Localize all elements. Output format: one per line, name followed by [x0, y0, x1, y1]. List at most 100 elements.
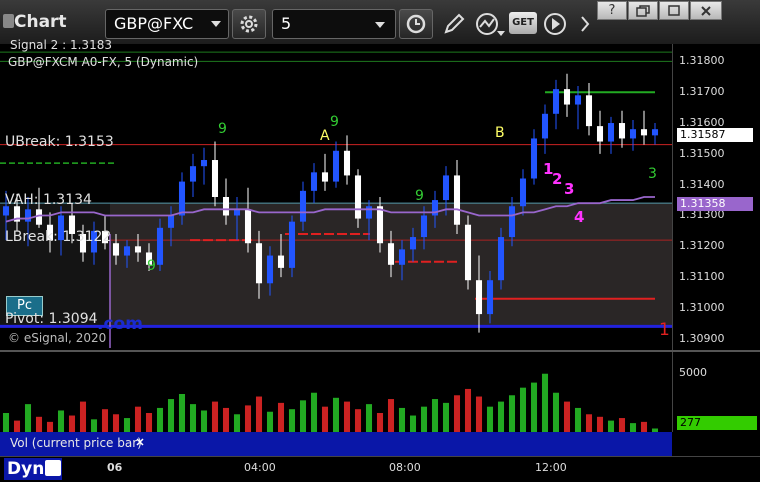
help-button[interactable]: ? [597, 1, 627, 20]
volume-bar [321, 406, 329, 432]
volume-bar [585, 414, 593, 432]
signal-header: Signal 2 : 1.3183 [10, 38, 112, 52]
draw-pencil-button[interactable] [439, 9, 469, 39]
price-tick-label: 1.31500 [679, 146, 725, 160]
volume-bar [354, 409, 362, 432]
get-button[interactable]: GET [509, 12, 537, 34]
price-tick-label: 1.31800 [679, 54, 725, 68]
symbol-settings-button[interactable] [232, 9, 266, 39]
close-icon [701, 5, 711, 16]
volume-axis[interactable]: 5000 277 [672, 352, 760, 432]
volume-bar [398, 407, 406, 432]
close-button[interactable] [690, 1, 722, 20]
candle-body [354, 175, 362, 219]
toolbar-more-icon[interactable] [578, 14, 592, 34]
restore-button[interactable] [628, 1, 658, 20]
pivot-number-3: 3 [564, 180, 575, 198]
volume-bar [563, 401, 571, 432]
last-price-tag: 1.31587 [677, 128, 753, 142]
volume-bar [376, 413, 384, 432]
volume-bar [101, 409, 109, 432]
volume-bar [46, 421, 54, 432]
time-label: 08:00 [389, 461, 421, 474]
volume-bar [365, 404, 373, 432]
volume-bar [90, 419, 98, 432]
candle-body [167, 215, 175, 228]
vah-label: VAH: 1.3134 [5, 192, 92, 208]
maximize-button[interactable] [659, 1, 689, 20]
title-bar: Chart GBP@FXC 5 GET ? [0, 0, 760, 45]
candle-body [618, 123, 626, 139]
studies-button[interactable] [473, 9, 507, 39]
clock-icon [406, 14, 426, 34]
candle-body [574, 95, 582, 105]
candle-body [552, 89, 560, 114]
volume-bar [332, 397, 340, 432]
dyn-label: Dyn [7, 459, 45, 479]
candle-body [442, 175, 450, 201]
volume-bar [596, 416, 604, 432]
interval-clock-button[interactable] [399, 9, 433, 39]
play-button[interactable] [542, 9, 570, 39]
volume-bar [475, 396, 483, 432]
pencil-icon [444, 13, 465, 34]
volume-bar [145, 413, 153, 432]
candle-body [299, 190, 307, 222]
volume-bar [211, 401, 219, 432]
volume-bar [299, 400, 307, 432]
price-axis[interactable]: 1.31800 1.31700 1.31600 1.31500 1.31400 1.313… [672, 44, 760, 350]
candle-body [563, 89, 571, 105]
volume-bar [244, 405, 252, 432]
candle-body [255, 243, 263, 284]
candle-body [222, 197, 230, 216]
volume-bar [255, 396, 263, 432]
vwap-tag: 1.31358 [677, 197, 753, 211]
setup-count-9: 9 [218, 121, 227, 137]
volume-bar [233, 414, 241, 432]
volume-bar [387, 399, 395, 432]
volume-close-button[interactable] [134, 433, 146, 446]
red-number-1: 1 [659, 320, 670, 340]
candle-body [134, 246, 142, 253]
volume-bar [552, 392, 560, 432]
candle-body [387, 243, 395, 265]
candle-body [211, 160, 219, 197]
volume-bar [189, 404, 197, 432]
volume-bar [156, 407, 164, 432]
candle-body [508, 206, 516, 238]
volume-bar [112, 414, 120, 432]
volume-bar [508, 395, 516, 432]
candle-body [629, 129, 637, 139]
candle-body [530, 138, 538, 179]
candle-body [112, 243, 120, 256]
volume-bar [486, 406, 494, 432]
volume-bar [68, 415, 76, 432]
time-axis[interactable]: Dyn 06 04:00 08:00 12:00 [0, 456, 760, 482]
time-label: 12:00 [535, 461, 567, 474]
candle-body [24, 209, 32, 222]
candle-body [365, 206, 373, 219]
candle-body [398, 249, 406, 265]
volume-bar [57, 410, 65, 432]
candle-body [640, 129, 648, 136]
volume-bar [178, 394, 186, 432]
symbol-line: GBP@FXCM A0-FX, 5 (Dynamic) [8, 55, 199, 69]
volume-bar [640, 421, 648, 432]
candle-body [266, 255, 274, 284]
interval-select[interactable]: 5 [272, 9, 396, 39]
ubreak-label: UBreak: 1.3153 [5, 134, 114, 150]
setup-count-9: 9 [415, 188, 424, 204]
volume-study-bar[interactable]: Vol (current price bar) [0, 432, 672, 456]
volume-bar [530, 382, 538, 432]
volume-bar [442, 402, 450, 432]
symbol-dropdown-caret-icon[interactable] [211, 21, 221, 27]
setup-count-9: 9 [147, 258, 156, 274]
candle-body [541, 113, 549, 139]
volume-pane[interactable] [0, 352, 672, 432]
price-pane[interactable]: Signal 2 : 1.3183 GBP@FXCM A0-FX, 5 (Dyn… [0, 38, 672, 350]
volume-current-tag: 277 [677, 416, 757, 430]
candle-body [464, 224, 472, 281]
volume-bar [409, 415, 417, 432]
link-icon[interactable] [45, 460, 61, 476]
setup-count-3: 3 [648, 166, 657, 182]
